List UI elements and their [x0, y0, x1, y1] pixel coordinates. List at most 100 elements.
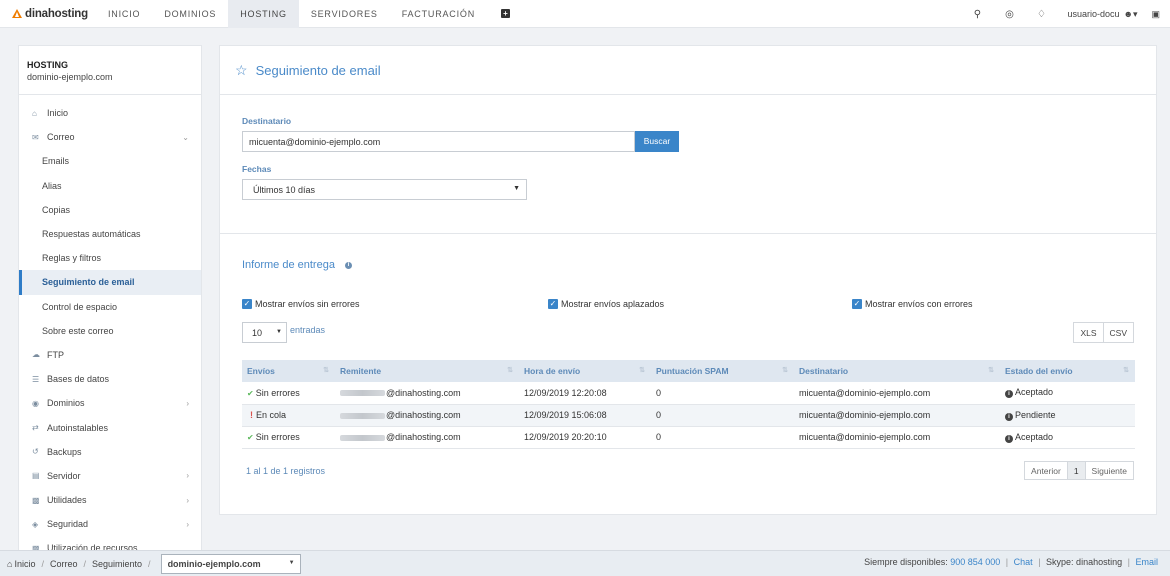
sidebar-item-utilidades[interactable]: ▩ Utilidades › [19, 488, 201, 512]
sidebar-title: HOSTING [27, 60, 69, 70]
search-icon[interactable]: ⚲ [961, 9, 993, 20]
sidebar-item-label: Utilidades [47, 495, 87, 506]
contact-info: Siempre disponibles: 900 854 000 | Chat … [864, 557, 1158, 567]
col-hora[interactable]: Hora de envío ⇅ [519, 360, 651, 382]
cell-remitente: @dinahosting.com [335, 426, 519, 449]
col-destinatario[interactable]: Destinatario ⇅ [794, 360, 1000, 382]
checkbox-checked-icon[interactable]: ✓ [242, 299, 252, 309]
logo[interactable]: dinahosting [0, 0, 96, 28]
nav-servidores[interactable]: SERVIDORES [299, 0, 390, 28]
col-label: Destinatario [799, 366, 849, 376]
cart-icon[interactable]: ▣ [1151, 9, 1160, 20]
globe-icon: ◉ [32, 398, 39, 408]
sort-icon: ⇅ [507, 367, 513, 374]
sidebar-item-copias[interactable]: Copias [19, 198, 201, 222]
page-length-value: 10 [252, 328, 263, 338]
sidebar-item-seguridad[interactable]: ◈ Seguridad › [19, 512, 201, 536]
delivery-report: Informe de entrega i ✓ Mostrar envíos si… [220, 234, 1156, 481]
fechas-label: Fechas [242, 164, 272, 174]
life-ring-icon[interactable]: ◎ [993, 9, 1025, 20]
breadcrumb: ⌂ Inicio / Correo / Seguimiento / domini… [0, 553, 301, 574]
home-icon: ⌂ [7, 558, 13, 569]
database-icon: ☰ [32, 374, 40, 384]
checkbox-checked-icon[interactable]: ✓ [852, 299, 862, 309]
breadcrumb-separator: / [41, 558, 44, 569]
contact-separator: | [1127, 557, 1130, 567]
cell-destinatario: micuenta@dominio-ejemplo.com [794, 404, 1000, 427]
chat-link[interactable]: Chat [1014, 557, 1033, 567]
check-aplazados[interactable]: ✓ Mostrar envíos aplazados [548, 298, 852, 310]
col-estado[interactable]: Estado del envío ⇅ [1000, 360, 1135, 382]
breadcrumb-inicio[interactable]: Inicio [14, 559, 35, 569]
col-remitente[interactable]: Remitente ⇅ [335, 360, 519, 382]
breadcrumb-seguimiento[interactable]: Seguimiento [92, 559, 142, 569]
sidebar-item-inicio[interactable]: ⌂ Inicio [19, 101, 201, 125]
server-icon: ▤ [32, 471, 40, 481]
check-sin-errores[interactable]: ✓ Mostrar envíos sin errores [242, 298, 548, 310]
cell-envio: ✔ Sin errores [242, 382, 335, 405]
col-label: Puntuación SPAM [656, 366, 729, 376]
fechas-select[interactable]: Últimos 10 días ▼ [242, 179, 527, 200]
check-con-errores[interactable]: ✓ Mostrar envíos con errores [852, 298, 973, 310]
destinatario-input[interactable]: micuenta@dominio-ejemplo.com [242, 131, 635, 152]
cell-envio: ✔ Sin errores [242, 426, 335, 449]
nav-inicio[interactable]: INICIO [96, 0, 152, 28]
envelope-icon: ✉ [32, 132, 39, 142]
nav-hosting[interactable]: HOSTING [228, 0, 299, 28]
sidebar-item-servidor[interactable]: ▤ Servidor › [19, 464, 201, 488]
domain-select[interactable]: dominio-ejemplo.com ▼ [160, 553, 301, 574]
col-label: Remitente [340, 366, 382, 376]
sidebar-item-correo[interactable]: ✉ Correo ⌄ [19, 125, 201, 149]
cell-text: @dinahosting.com [386, 432, 461, 442]
entradas-label: entradas [290, 324, 326, 335]
history-icon: ↺ [32, 447, 39, 457]
table-row: ✔ Sin errores @dinahosting.com 12/09/2019… [242, 382, 1135, 405]
sidebar-item-label: Dominios [47, 398, 85, 409]
prev-page-button[interactable]: Anterior [1024, 460, 1068, 480]
sidebar-item-seguimiento[interactable]: Seguimiento de email [19, 270, 201, 295]
home-icon: ⌂ [32, 108, 37, 118]
info-icon[interactable]: i [344, 261, 352, 269]
breadcrumb-correo[interactable]: Correo [50, 559, 78, 569]
breadcrumb-separator: / [148, 558, 151, 569]
export-csv-button[interactable]: CSV [1103, 322, 1134, 343]
col-envios[interactable]: Envíos ⇅ [242, 360, 335, 382]
sidebar-item-backups[interactable]: ↺ Backups [19, 440, 201, 464]
page-length-select[interactable]: 10 ▼ [242, 322, 287, 343]
sidebar-item-ftp[interactable]: ☁ FTP [19, 343, 201, 367]
bell-icon[interactable]: ♢ [1025, 9, 1057, 20]
breadcrumb-separator: / [83, 558, 86, 569]
sidebar-item-reglas[interactable]: Reglas y filtros [19, 246, 201, 270]
redacted-text [340, 412, 385, 419]
sidebar-item-sobre-correo[interactable]: Sobre este correo [19, 319, 201, 343]
cell-spam: 0 [651, 426, 794, 449]
sidebar-item-emails[interactable]: Emails [19, 149, 201, 173]
export-xls-button[interactable]: XLS [1073, 322, 1104, 343]
checkbox-checked-icon[interactable]: ✓ [548, 299, 558, 309]
search-button[interactable]: Buscar [635, 131, 679, 152]
sidebar-item-alias[interactable]: Alias [19, 174, 201, 198]
star-icon[interactable]: ☆ [235, 62, 248, 79]
nav-dominios[interactable]: DOMINIOS [152, 0, 228, 28]
user-menu[interactable]: usuario-docu [1057, 9, 1123, 19]
user-icon[interactable]: ☻▾ [1123, 9, 1137, 20]
sidebar-item-control-espacio[interactable]: Control de espacio [19, 295, 201, 319]
current-page-button[interactable]: 1 [1067, 460, 1086, 480]
col-spam[interactable]: Puntuación SPAM ⇅ [651, 360, 794, 382]
col-label: Hora de envío [524, 366, 581, 376]
email-link[interactable]: Email [1135, 557, 1158, 567]
check-label: Mostrar envíos sin errores [255, 299, 360, 309]
sidebar-item-dominios[interactable]: ◉ Dominios › [19, 391, 201, 415]
contact-separator: | [1038, 557, 1041, 567]
caret-down-icon: ▼ [288, 559, 295, 566]
nav-facturacion[interactable]: FACTURACIÓN [390, 0, 487, 28]
phone-link[interactable]: 900 854 000 [950, 557, 1000, 567]
export-buttons: XLS CSV [1073, 322, 1134, 343]
bottom-bar: ⌂ Inicio / Correo / Seguimiento / domini… [0, 550, 1170, 576]
sidebar-item-autoinstalables[interactable]: ⇄ Autoinstalables [19, 415, 201, 439]
sidebar-item-bases-datos[interactable]: ☰ Bases de datos [19, 367, 201, 391]
top-navbar: dinahosting INICIO DOMINIOS HOSTING SERV… [0, 0, 1170, 28]
plus-square-icon[interactable]: + [501, 9, 510, 18]
next-page-button[interactable]: Siguiente [1085, 460, 1134, 480]
sidebar-item-respuestas[interactable]: Respuestas automáticas [19, 222, 201, 246]
